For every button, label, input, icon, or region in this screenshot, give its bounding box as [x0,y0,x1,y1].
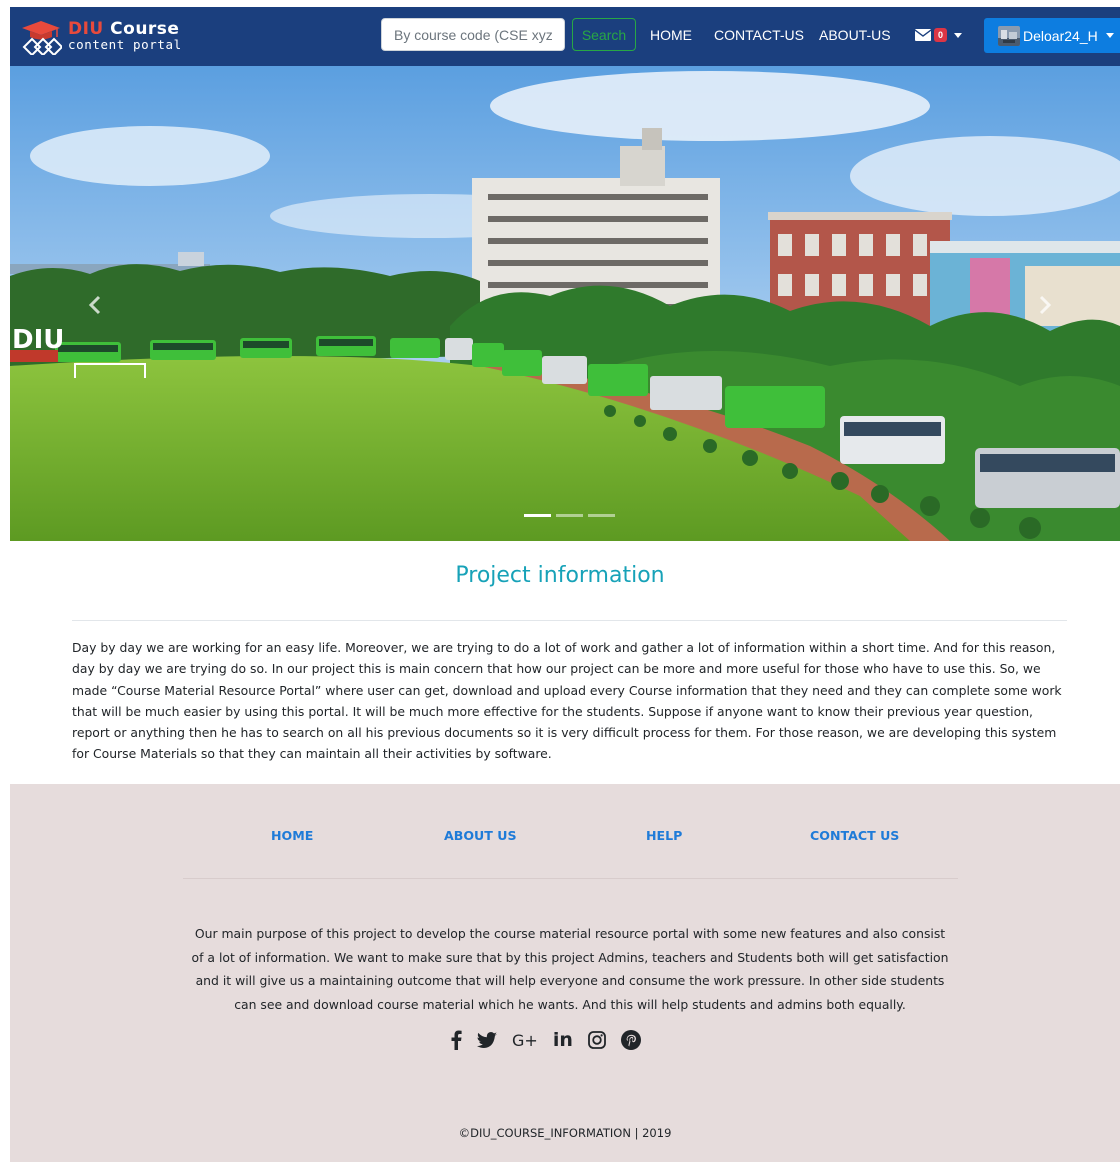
brand-title-accent: DIU [68,18,104,39]
nav-contact-link[interactable]: CONTACT-US [714,27,804,43]
brand-title-rest: Course [103,18,180,39]
google-plus-glyph: G+ [512,1030,538,1050]
user-name: Deloar24_H [1023,27,1098,44]
chevron-down-icon [954,32,963,38]
footer-about-link[interactable]: ABOUT US [444,828,517,843]
carousel-indicator-2[interactable] [556,514,583,517]
footer-contact-link[interactable]: CONTACT US [810,828,899,843]
footer-divider [183,878,958,879]
nav-about-link[interactable]: ABOUT-US [819,27,891,43]
footer-home-link[interactable]: HOME [271,828,313,843]
carousel-indicator-3[interactable] [588,514,615,517]
linkedin-glyph: in [552,1029,573,1051]
pinterest-icon[interactable] [620,1028,641,1052]
project-info-paragraph: Day by day we are working for an easy li… [72,640,1062,762]
copyright-text: ©DIU_COURSE_INFORMATION | 2019 [458,1126,672,1140]
footer-help-link[interactable]: HELP [646,828,682,843]
brand-logo-link[interactable]: DIU Course content portal [20,17,182,55]
top-navbar: DIU Course content portal Search HOME CO… [10,7,1120,66]
social-links: G+ in [450,1028,656,1052]
envelope-icon [915,29,931,41]
avatar [998,25,1020,46]
twitter-icon[interactable] [477,1028,497,1052]
image-carousel: DIU [10,66,1120,541]
nav-home-link[interactable]: HOME [650,27,692,43]
messages-dropdown[interactable]: 0 [915,28,963,42]
chevron-right-icon [1039,295,1052,315]
brand-subtitle: content portal [68,36,182,52]
instagram-icon[interactable] [587,1028,606,1052]
section-divider [72,620,1067,621]
project-info-title: Project information [455,563,665,588]
course-search-input[interactable] [381,18,565,51]
carousel-prev-button[interactable] [80,290,110,320]
user-menu-button[interactable]: Deloar24_H [984,18,1120,53]
google-plus-icon[interactable]: G+ [512,1028,538,1052]
graduation-cap-logo-icon [22,21,62,55]
carousel-indicator-1[interactable] [524,514,551,517]
search-button[interactable]: Search [572,18,636,51]
chevron-left-icon [88,295,101,315]
facebook-icon[interactable] [450,1028,462,1052]
carousel-indicators [524,514,615,517]
brand-title: DIU Course [68,18,182,39]
site-footer: HOME ABOUT US HELP CONTACT US Our main p… [10,784,1120,1162]
linkedin-icon[interactable]: in [553,1028,573,1052]
message-count-badge: 0 [934,28,948,42]
campus-photo-slide: DIU [10,66,1120,541]
chevron-down-icon [1105,33,1114,38]
carousel-next-button[interactable] [1030,290,1060,320]
footer-description: Our main purpose of this project to deve… [191,926,949,1012]
